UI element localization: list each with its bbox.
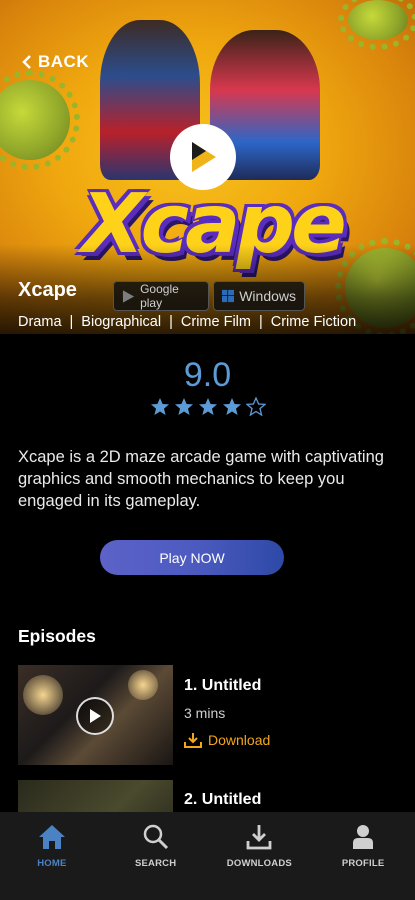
genre-separator: | (169, 314, 173, 330)
google-play-icon (122, 289, 135, 303)
google-play-badge[interactable]: Google play (113, 281, 209, 311)
episode-play-button[interactable] (76, 697, 114, 735)
windows-badge[interactable]: Windows (213, 281, 305, 311)
genre-tag: Drama (18, 314, 62, 330)
episode-title: 2. Untitled (184, 791, 262, 808)
download-label: Download (208, 732, 271, 748)
nav-profile[interactable]: PROFILE (313, 824, 413, 869)
search-icon (143, 824, 168, 850)
episode-item[interactable]: 1. Untitled 3 mins Download (18, 665, 398, 765)
hero-banner: Xcape BACK Xcape Google play Windows Dra… (0, 0, 415, 334)
download-icon (184, 733, 202, 748)
episode-thumbnail[interactable] (18, 665, 173, 765)
play-logo-icon (192, 142, 216, 172)
windows-icon (222, 289, 235, 303)
back-button[interactable]: BACK (22, 52, 89, 72)
episodes-heading: Episodes (18, 626, 96, 646)
store-label: Windows (239, 288, 296, 304)
nav-home[interactable]: HOME (2, 824, 102, 869)
thumbnail-light (23, 675, 63, 715)
star-filled-icon (174, 398, 193, 415)
virus-graphic (0, 70, 80, 170)
star-empty-icon (245, 397, 266, 416)
rating-stars (0, 397, 415, 416)
game-title: Xcape (18, 279, 77, 301)
genre-separator: | (69, 314, 74, 330)
star-filled-icon (150, 398, 169, 415)
nav-downloads[interactable]: DOWNLOADS (209, 824, 309, 869)
download-icon (246, 825, 272, 850)
nav-label: PROFILE (341, 858, 385, 869)
genre-list: Drama | Biographical | Crime Film | Crime Fict… (18, 314, 356, 330)
nav-label: DOWNLOADS (226, 858, 292, 869)
virus-graphic (338, 0, 415, 50)
home-icon (38, 825, 65, 849)
nav-search[interactable]: SEARCH (106, 824, 206, 869)
star-filled-icon (222, 398, 241, 415)
episode-title: 1. Untitled (184, 677, 262, 694)
chevron-left-icon (22, 55, 31, 69)
rating-section: 9.0 (0, 356, 415, 416)
rating-score: 9.0 (183, 356, 232, 394)
nav-label: HOME (37, 858, 67, 869)
genre-separator: | (258, 314, 263, 330)
thumbnail-light (128, 670, 158, 700)
nav-label: SEARCH (134, 858, 177, 869)
star-filled-icon (198, 398, 217, 415)
trailer-play-button[interactable] (170, 124, 236, 190)
download-button[interactable]: Download (184, 732, 270, 748)
back-label: BACK (38, 52, 90, 71)
genre-tag: Biographical (81, 314, 162, 330)
play-now-button[interactable]: Play NOW (100, 540, 284, 575)
genre-tag: Crime Film (180, 314, 251, 330)
genre-tag: Crime Fiction (270, 314, 357, 330)
store-label: Google play (140, 282, 179, 310)
game-description: Xcape is a 2D maze arcade game with capt… (18, 448, 384, 510)
episode-duration: 3 mins (184, 705, 226, 721)
bottom-navigation: HOME SEARCH DOWNLOADS PROFILE (0, 812, 415, 900)
play-icon (90, 709, 101, 723)
profile-icon (353, 825, 374, 849)
